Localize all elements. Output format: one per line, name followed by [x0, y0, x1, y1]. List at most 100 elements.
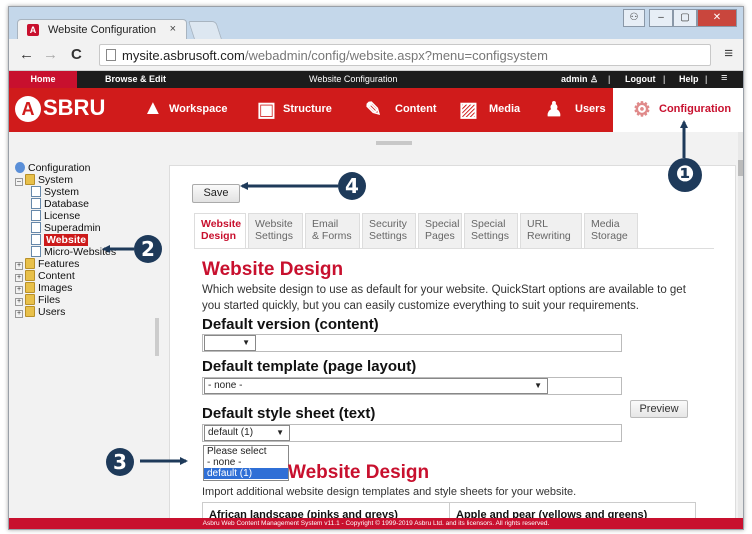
- forward-button[interactable]: →: [43, 46, 58, 63]
- folder-icon: [25, 294, 35, 305]
- dropdown-option-selected[interactable]: default (1): [204, 468, 288, 479]
- dropdown-arrow-icon: ▼: [534, 381, 542, 390]
- nav-workspace[interactable]: ▲ Workspace: [143, 88, 228, 132]
- separator: |: [663, 74, 666, 84]
- tab-label: Pages: [425, 230, 455, 242]
- page-scrollbar[interactable]: [738, 132, 743, 518]
- expand-icon[interactable]: +: [15, 274, 23, 282]
- tab-media-storage[interactable]: Media Storage: [584, 213, 638, 249]
- back-button[interactable]: ←: [19, 46, 34, 63]
- folder-icon: [25, 258, 35, 269]
- default-version-select[interactable]: ▼: [204, 335, 256, 351]
- url-input[interactable]: mysite.asbrusoft.com/webadmin/config/web…: [99, 44, 711, 66]
- nav-users[interactable]: ♟ Users: [545, 88, 606, 132]
- tree-root[interactable]: Configuration: [15, 162, 165, 174]
- media-icon: ▨: [459, 99, 478, 121]
- default-stylesheet-select[interactable]: default (1) ▼: [204, 425, 290, 441]
- topbar-title: Website Configuration: [309, 74, 398, 84]
- tab-special-settings[interactable]: Special Settings: [464, 213, 518, 249]
- tab-special-pages[interactable]: Special Pages: [418, 213, 462, 249]
- tab-title: Website Configuration: [48, 24, 157, 36]
- nav-configuration[interactable]: ⚙ Configuration: [613, 88, 743, 132]
- tab-label: Special: [471, 218, 506, 230]
- default-version-label: Default version (content): [202, 316, 379, 333]
- tree-label: Users: [38, 306, 66, 318]
- tab-label: Website: [201, 218, 242, 230]
- tab-url-rewriting[interactable]: URL Rewriting: [520, 213, 582, 249]
- favicon-icon: A: [27, 24, 39, 36]
- tree-label: Micro-Websites: [44, 246, 117, 258]
- tree-item-system-page[interactable]: System: [15, 186, 165, 198]
- tab-close-icon[interactable]: ×: [170, 23, 176, 35]
- save-button[interactable]: Save: [192, 184, 240, 203]
- browse-edit-link[interactable]: Browse & Edit: [105, 74, 166, 84]
- reload-button[interactable]: C: [71, 46, 82, 63]
- tab-label: Special: [425, 218, 460, 230]
- tree-item-database[interactable]: Database: [15, 198, 165, 210]
- expand-icon[interactable]: +: [15, 310, 23, 318]
- help-link[interactable]: Help: [679, 74, 699, 84]
- page-icon: [31, 246, 41, 257]
- tab-email-forms[interactable]: Email & Forms: [305, 213, 360, 249]
- tree-item-license[interactable]: License: [15, 210, 165, 222]
- new-tab-button[interactable]: [188, 21, 222, 39]
- logo-text: SBRU: [43, 95, 106, 120]
- tab-label: & Forms: [312, 230, 352, 242]
- tab-label: Website: [255, 218, 293, 230]
- cms-top-bar: Home Browse & Edit Website Configuration…: [9, 71, 743, 88]
- browser-tab[interactable]: A Website Configuration ×: [17, 19, 187, 40]
- drag-handle[interactable]: [376, 141, 412, 145]
- workspace-icon: ▲: [143, 97, 163, 119]
- asbru-logo[interactable]: A SBRU: [15, 95, 105, 123]
- tab-website-settings[interactable]: Website Settings: [248, 213, 303, 249]
- callout-number: ❶: [675, 162, 695, 187]
- dropdown-option[interactable]: - none -: [204, 457, 288, 468]
- user-menu[interactable]: admin ♙: [561, 74, 598, 85]
- page-icon: [31, 210, 41, 221]
- select-value: default (1): [208, 427, 254, 438]
- tree-item-content[interactable]: + Content: [15, 270, 165, 282]
- nav-content[interactable]: ✎ Content: [365, 88, 437, 132]
- logout-link[interactable]: Logout: [625, 74, 656, 84]
- expand-icon[interactable]: +: [15, 298, 23, 306]
- tree-label: License: [44, 210, 81, 222]
- tree-label: Configuration: [28, 162, 91, 174]
- nav-structure[interactable]: ▣ Structure: [257, 88, 332, 132]
- callout-3-icon: 3: [106, 448, 134, 476]
- tab-security-settings[interactable]: Security Settings: [362, 213, 416, 249]
- hamburger-icon[interactable]: ≡: [721, 72, 727, 84]
- preview-button[interactable]: Preview: [630, 400, 688, 418]
- page-icon: [31, 222, 41, 233]
- callout-number: 3: [113, 450, 127, 474]
- select-value: - none -: [208, 380, 243, 391]
- main-nav: A SBRU ▲ Workspace ▣ Structure ✎ Content ▨ Me…: [9, 88, 743, 132]
- close-window-button[interactable]: ✕: [697, 9, 737, 27]
- user-icon[interactable]: ⚇: [623, 9, 645, 27]
- tree-scrollbar[interactable]: [155, 318, 159, 356]
- expand-icon[interactable]: +: [15, 262, 23, 270]
- tree-item-users[interactable]: + Users: [15, 306, 165, 318]
- expand-icon[interactable]: +: [15, 286, 23, 294]
- page-icon: [31, 198, 41, 209]
- maximize-button[interactable]: ▢: [673, 9, 697, 27]
- browser-menu-icon[interactable]: ≡: [724, 45, 733, 62]
- window-controls: ⚇ – ▢ ✕: [623, 9, 737, 27]
- scrollbar-thumb[interactable]: [738, 160, 743, 176]
- home-link[interactable]: Home: [9, 71, 77, 88]
- dropdown-arrow-icon: ▼: [242, 338, 250, 347]
- default-version-field[interactable]: [202, 334, 622, 352]
- tree-item-system[interactable]: – System: [15, 174, 165, 186]
- tree-item-files[interactable]: + Files: [15, 294, 165, 306]
- dropdown-option[interactable]: Please select: [204, 446, 288, 457]
- tree-item-superadmin[interactable]: Superadmin: [15, 222, 165, 234]
- page-icon: [31, 186, 41, 197]
- tree-item-images[interactable]: + Images: [15, 282, 165, 294]
- collapse-icon[interactable]: –: [15, 178, 23, 186]
- nav-media[interactable]: ▨ Media: [459, 88, 520, 132]
- nav-label: Configuration: [659, 103, 732, 115]
- callout-number: 2: [141, 237, 155, 261]
- tab-website-design[interactable]: Website Design: [194, 213, 246, 249]
- default-template-select[interactable]: - none - ▼: [204, 378, 548, 394]
- minimize-button[interactable]: –: [649, 9, 673, 27]
- tab-label: Email: [312, 218, 339, 230]
